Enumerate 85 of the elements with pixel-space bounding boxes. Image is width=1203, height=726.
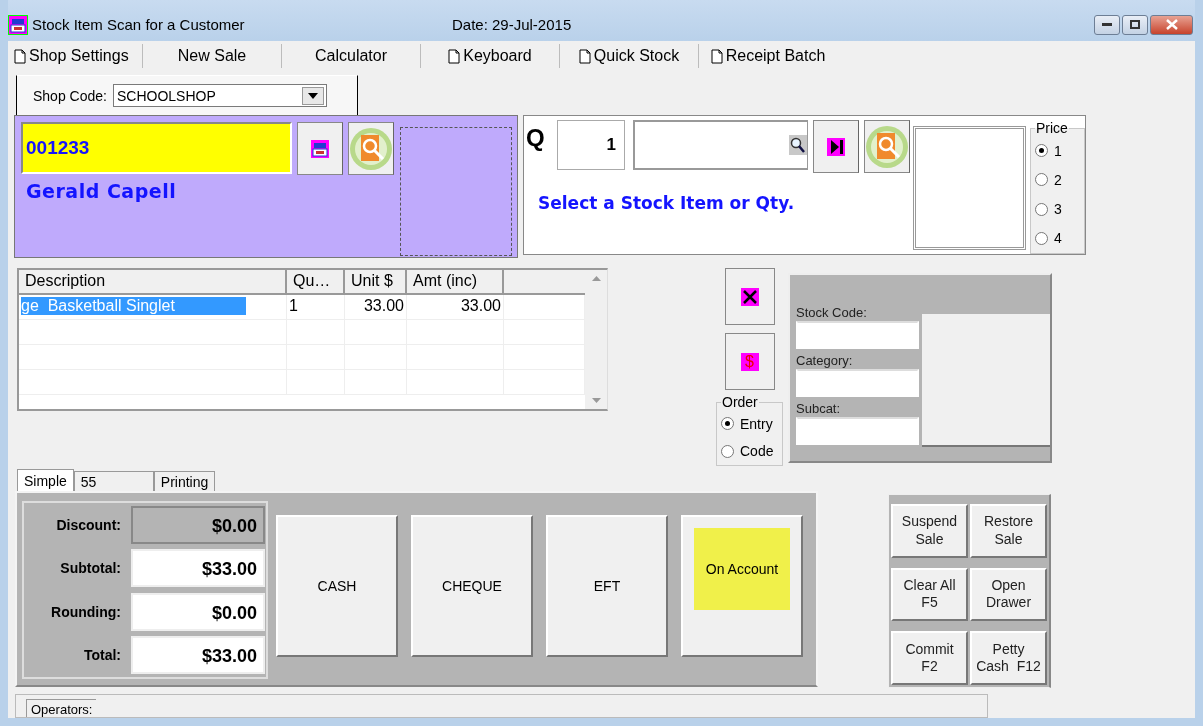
- page-icon: [448, 48, 461, 64]
- stock-search-button[interactable]: [864, 120, 910, 173]
- stock-field-label: Stock Code:: [796, 305, 868, 320]
- shop-code-label: Shop Code:: [33, 87, 107, 104]
- total-value-field[interactable]: $33.00: [131, 636, 265, 675]
- action-button[interactable]: Open Drawer: [970, 567, 1047, 622]
- table-cell: 33.00: [407, 295, 504, 320]
- price-radio[interactable]: 1: [1035, 142, 1080, 159]
- stock-detail-field[interactable]: [796, 321, 919, 349]
- menu-item[interactable]: New Sale: [143, 43, 281, 69]
- action-button[interactable]: Petty Cash F12: [970, 631, 1047, 685]
- search-icon: [789, 135, 807, 155]
- close-icon: [1165, 19, 1178, 30]
- delete-icon: [740, 287, 759, 306]
- action-button[interactable]: Suspend Sale: [891, 504, 968, 558]
- action-button[interactable]: Restore Sale: [970, 504, 1047, 558]
- tab[interactable]: Simple: [17, 469, 74, 491]
- order-radio[interactable]: Entry: [721, 415, 778, 432]
- page-icon: [710, 48, 723, 64]
- register-button[interactable]: [297, 122, 343, 175]
- menu-item[interactable]: Calculator: [282, 43, 420, 69]
- price-group-title: Price: [1035, 120, 1069, 136]
- action-button[interactable]: Clear All F5: [891, 567, 968, 622]
- skip-to-end-icon: [827, 137, 845, 156]
- page-icon: [14, 48, 26, 64]
- price-radio[interactable]: 2: [1035, 171, 1080, 188]
- payment-button[interactable]: CASH: [276, 515, 398, 657]
- total-label: Subtotal:: [59, 560, 122, 577]
- column-header[interactable]: Amt (inc): [407, 270, 504, 295]
- cash-register-icon: [9, 15, 27, 34]
- qty-field[interactable]: 1: [557, 120, 625, 170]
- page-icon: [578, 48, 591, 64]
- price-radio[interactable]: 4: [1035, 230, 1080, 247]
- menu-item[interactable]: Receipt Batch: [699, 43, 837, 69]
- date-label: Date: 29-Jul-2015: [452, 16, 572, 33]
- menu-item[interactable]: Shop Settings: [14, 43, 142, 69]
- window-title: Stock Item Scan for a Customer: [32, 16, 246, 33]
- shop-code-dropdown[interactable]: SCHOOLSHOP: [112, 84, 327, 107]
- action-button[interactable]: Commit F2: [891, 631, 968, 685]
- order-group-title: Order: [721, 395, 759, 410]
- total-label: Total:: [82, 647, 122, 664]
- stock-detail-field[interactable]: [796, 369, 919, 397]
- stock-field-label: Category:: [796, 353, 854, 368]
- total-value-field[interactable]: $0.00: [131, 592, 265, 631]
- search-document-icon: [349, 126, 393, 171]
- operators-label: Operators:: [26, 699, 97, 717]
- column-header[interactable]: Qu…: [287, 270, 345, 295]
- delete-item-button[interactable]: [724, 268, 775, 325]
- tab[interactable]: 55: [73, 471, 154, 491]
- table-cell: ge Basketball Singlet: [19, 295, 287, 320]
- minimize-icon: [1102, 22, 1112, 27]
- table-cell: 1: [287, 295, 345, 320]
- total-value-field[interactable]: $33.00: [131, 549, 265, 588]
- customer-code-field[interactable]: 001233: [21, 122, 292, 174]
- table-cell: 33.00: [345, 295, 407, 320]
- column-header[interactable]: Description: [19, 270, 287, 295]
- payment-button[interactable]: On Account: [681, 515, 803, 657]
- tab[interactable]: Printing: [153, 471, 216, 491]
- customer-name: Gerald Capell: [26, 180, 178, 202]
- close-button[interactable]: [1150, 14, 1193, 35]
- cash-register-icon: [311, 139, 329, 158]
- skip-to-end-button[interactable]: [813, 120, 859, 173]
- stock-field-label: Subcat:: [796, 401, 842, 416]
- minimize-button[interactable]: [1094, 14, 1120, 35]
- total-label: Rounding:: [50, 603, 122, 620]
- search-document-icon: [865, 124, 909, 169]
- payment-button[interactable]: CHEQUE: [411, 515, 533, 657]
- caret-icon: [307, 92, 318, 99]
- status-message: Select a Stock Item or Qty.: [538, 193, 796, 213]
- dropdown-button[interactable]: [301, 86, 324, 105]
- stock-search-field[interactable]: [633, 120, 808, 170]
- payment-button[interactable]: EFT: [546, 515, 668, 657]
- qty-label: Q: [526, 124, 546, 152]
- price-radio[interactable]: 3: [1035, 201, 1080, 218]
- maximize-icon: [1130, 20, 1140, 29]
- total-label: Discount:: [55, 516, 122, 533]
- customer-search-button[interactable]: [348, 122, 394, 175]
- total-value-field: $0.00: [131, 505, 265, 544]
- stock-detail-field[interactable]: [796, 417, 919, 445]
- menu-item[interactable]: Quick Stock: [560, 43, 698, 69]
- maximize-button[interactable]: [1122, 14, 1148, 35]
- menu-item[interactable]: Keyboard: [421, 43, 559, 69]
- column-header[interactable]: Unit $: [345, 270, 407, 295]
- currency-icon: $: [740, 352, 759, 371]
- order-radio[interactable]: Code: [721, 443, 778, 460]
